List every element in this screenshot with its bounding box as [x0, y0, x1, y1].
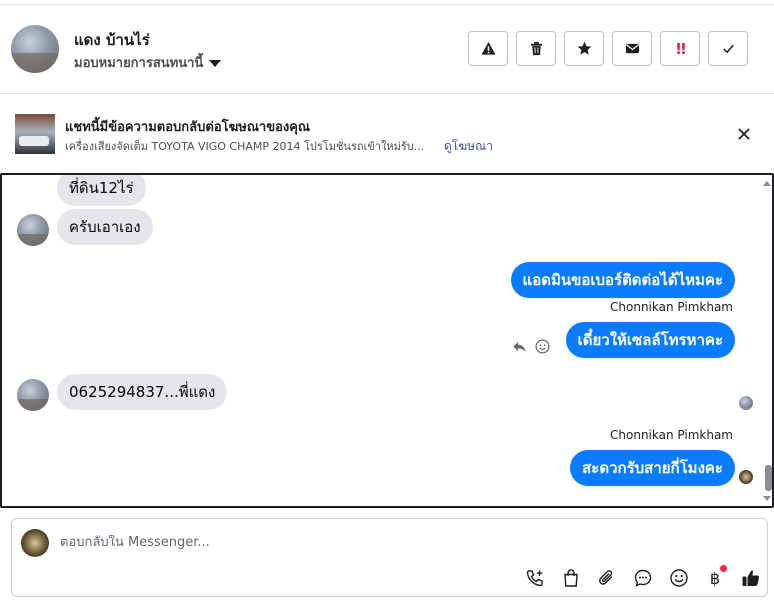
message-bubble-outgoing[interactable]: เดี๋ยวให้เซลล์โทรหาคะ	[565, 322, 735, 358]
saved-reply-button[interactable]	[625, 567, 661, 589]
delete-button[interactable]	[516, 31, 556, 66]
scrollbar-thumb[interactable]	[765, 465, 772, 491]
alert-icon	[480, 41, 496, 55]
read-receipt-avatar	[739, 396, 753, 410]
contact-name[interactable]: แดง บ้านไร่	[74, 28, 150, 52]
message-bubble-incoming[interactable]: ที่ดิน12ไร่	[57, 175, 146, 206]
send-like-button[interactable]	[733, 567, 769, 589]
star-button[interactable]	[564, 31, 604, 66]
attach-button[interactable]	[589, 567, 625, 589]
thread-scrollbar[interactable]	[762, 175, 772, 506]
payment-button[interactable]: ฿	[697, 565, 733, 589]
call-add-button[interactable]	[517, 567, 553, 589]
baht-icon: ฿	[709, 568, 721, 588]
scroll-down-arrow-icon[interactable]	[763, 496, 771, 501]
emoji-button[interactable]	[661, 567, 697, 589]
sender-name: Chonnikan Pimkham	[610, 300, 733, 314]
ad-thumbnail[interactable]	[15, 114, 55, 154]
assign-conversation-dropdown[interactable]: มอบหมายการสนทนานี้	[74, 52, 222, 73]
contact-avatar-small	[17, 214, 49, 246]
seen-avatar	[739, 470, 753, 484]
close-banner-button[interactable]	[733, 123, 755, 145]
contact-avatar-small	[17, 379, 49, 411]
check-icon	[722, 44, 734, 54]
header-actions: !!	[468, 31, 748, 66]
mark-spam-button[interactable]: !!	[660, 31, 700, 66]
star-icon	[577, 41, 591, 55]
message-bubble-incoming[interactable]: ครับเอาเอง	[57, 209, 153, 245]
message-bubble-incoming[interactable]: 0625294837...พี่แดง	[57, 374, 228, 410]
report-button[interactable]	[468, 31, 508, 66]
ad-description: เครื่องเสียงจัดเต็ม TOYOTA VIGO CHAMP 20…	[65, 140, 425, 153]
shopping-bag-icon	[564, 569, 578, 587]
trash-icon	[530, 41, 542, 56]
composer-toolbar: ฿	[517, 565, 769, 589]
mark-unread-button[interactable]	[612, 31, 652, 66]
view-ad-link[interactable]: ดูโฆษณา	[444, 137, 493, 156]
message-bubble-outgoing[interactable]: แอดมินขอเบอร์ติดต่อได้ไหมคะ	[510, 262, 735, 298]
page-avatar	[21, 529, 49, 557]
message-input[interactable]	[60, 535, 660, 550]
react-emoji-icon[interactable]	[535, 339, 550, 354]
scroll-up-arrow-icon[interactable]	[763, 181, 771, 186]
sender-name: Chonnikan Pimkham	[610, 428, 733, 442]
reply-icon[interactable]	[512, 339, 527, 354]
shop-button[interactable]	[553, 567, 589, 589]
spam-icon: !!	[675, 39, 687, 58]
assign-label: มอบหมายการสนทนานี้	[74, 56, 204, 71]
call-add-icon	[526, 570, 543, 587]
notification-dot	[720, 565, 727, 572]
paperclip-icon	[599, 570, 613, 585]
ad-banner-title: แชทนี้มีข้อความตอบกลับต่อโฆษณาของคุณ	[65, 120, 310, 135]
emoji-icon	[670, 569, 688, 587]
message-thread[interactable]: ที่ดิน12ไร่ ครับเอาเอง แอดมินขอเบอร์ติดต…	[0, 173, 774, 508]
mark-done-button[interactable]	[708, 31, 748, 66]
ad-reply-banner: แชทนี้มีข้อความตอบกลับต่อโฆษณาของคุณ เคร…	[0, 95, 774, 174]
like-icon	[742, 570, 760, 586]
message-bubble-outgoing[interactable]: สะดวกรับสายกี่โมงคะ	[570, 450, 735, 486]
contact-avatar[interactable]	[11, 25, 59, 73]
reply-composer: ฿	[11, 518, 768, 597]
message-tools	[512, 339, 550, 354]
saved-reply-icon	[634, 569, 652, 587]
conversation-header: แดง บ้านไร่ มอบหมายการสนทนานี้ !!	[0, 5, 774, 94]
caret-down-icon	[209, 60, 222, 67]
mail-icon	[625, 43, 639, 54]
close-icon	[738, 128, 750, 140]
